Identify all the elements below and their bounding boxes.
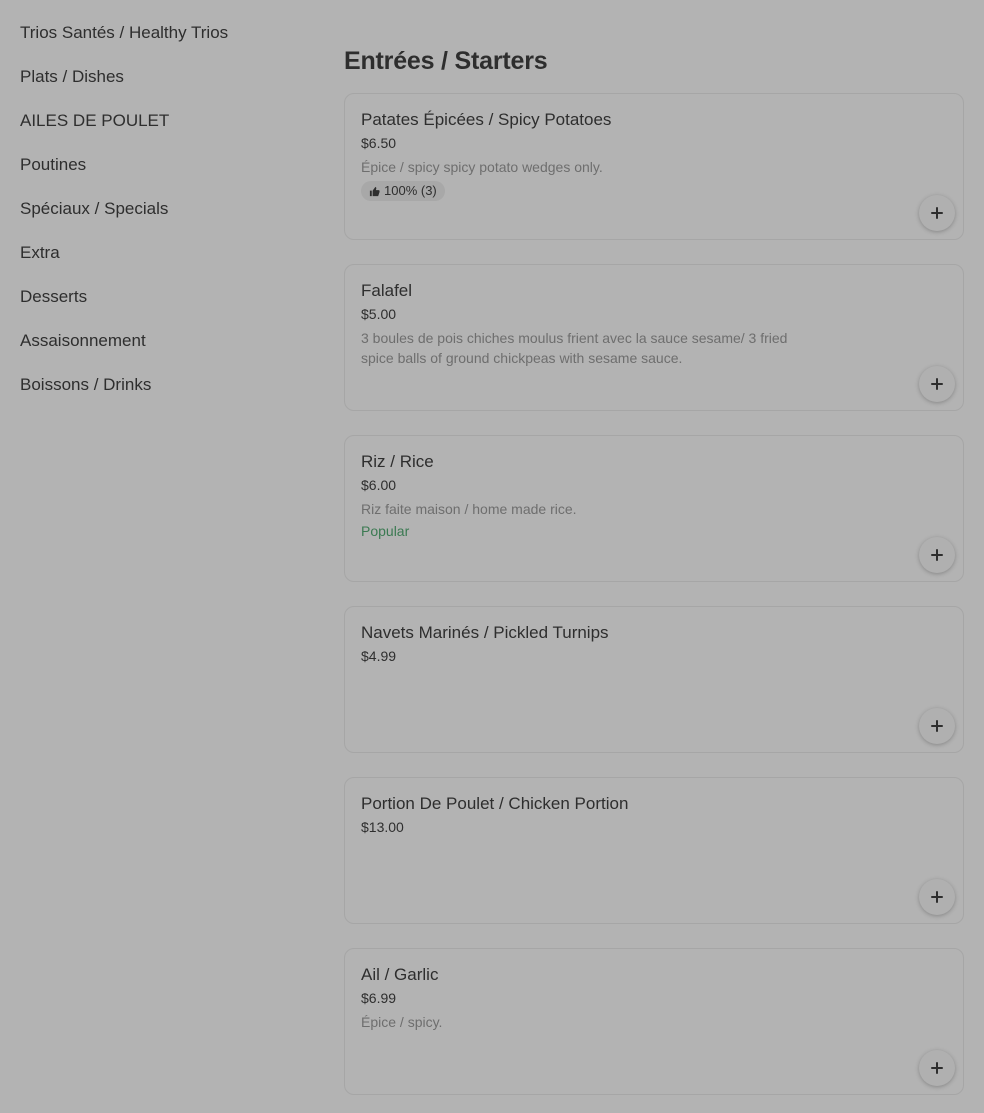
category-sidebar: Trios Santés / Healthy Trios Plats / Dis… [20, 22, 310, 418]
item-price: $6.00 [361, 477, 397, 493]
sidebar-item-desserts[interactable]: Desserts [20, 286, 310, 330]
menu-item-card[interactable]: Patates Épicées / Spicy Potatoes $6.50 É… [344, 93, 964, 240]
item-name: Navets Marinés / Pickled Turnips [361, 623, 609, 642]
item-price: $13.00 [361, 819, 404, 835]
item-price: $6.50 [361, 135, 397, 151]
rating-text: 100% (3) [384, 183, 437, 198]
sidebar-item-chicken-wings[interactable]: AILES DE POULET [20, 110, 310, 154]
sidebar-item-extra[interactable]: Extra [20, 242, 310, 286]
item-price: $4.99 [361, 648, 397, 664]
menu-page: Trios Santés / Healthy Trios Plats / Dis… [0, 0, 984, 1113]
item-description: 3 boules de pois chiches moulus frient a… [361, 330, 788, 366]
menu-item-card[interactable]: Riz / Rice $6.00 Riz faite maison / home… [344, 435, 964, 582]
plus-icon [931, 891, 943, 903]
item-description: Riz faite maison / home made rice. [361, 501, 577, 517]
popular-tag: Popular [361, 523, 410, 539]
item-price: $6.99 [361, 990, 397, 1006]
add-item-button[interactable] [919, 537, 955, 573]
sidebar-item-drinks[interactable]: Boissons / Drinks [20, 374, 310, 418]
sidebar-item-seasoning[interactable]: Assaisonnement [20, 330, 310, 374]
item-name: Portion De Poulet / Chicken Portion [361, 794, 629, 813]
item-price: $5.00 [361, 306, 397, 322]
rating-badge: 100% (3) [361, 181, 445, 201]
item-name: Ail / Garlic [361, 965, 439, 984]
menu-item-card[interactable]: Navets Marinés / Pickled Turnips $4.99 [344, 606, 964, 753]
item-name: Riz / Rice [361, 452, 434, 471]
item-list: Patates Épicées / Spicy Potatoes $6.50 É… [344, 93, 964, 1095]
item-description: Épice / spicy spicy potato wedges only. [361, 159, 603, 175]
add-item-button[interactable] [919, 708, 955, 744]
item-name: Patates Épicées / Spicy Potatoes [361, 110, 612, 129]
item-description: Épice / spicy. [361, 1014, 443, 1030]
menu-item-card[interactable]: Falafel $5.00 3 boules de pois chiches m… [344, 264, 964, 411]
menu-section: Entrées / Starters Patates Épicées / Spi… [344, 44, 964, 1095]
add-item-button[interactable] [919, 1050, 955, 1086]
menu-item-card[interactable]: Portion De Poulet / Chicken Portion $13.… [344, 777, 964, 924]
item-name: Falafel [361, 281, 413, 300]
add-item-button[interactable] [919, 366, 955, 402]
plus-icon [931, 720, 943, 732]
plus-icon [931, 549, 943, 561]
thumbs-up-icon [369, 186, 380, 197]
section-title: Entrées / Starters [344, 47, 548, 75]
sidebar-item-dishes[interactable]: Plats / Dishes [20, 66, 310, 110]
plus-icon [931, 378, 943, 390]
add-item-button[interactable] [919, 195, 955, 231]
sidebar-item-specials[interactable]: Spéciaux / Specials [20, 198, 310, 242]
add-item-button[interactable] [919, 879, 955, 915]
plus-icon [931, 207, 943, 219]
sidebar-item-poutines[interactable]: Poutines [20, 154, 310, 198]
menu-item-card[interactable]: Ail / Garlic $6.99 Épice / spicy. [344, 948, 964, 1095]
plus-icon [931, 1062, 943, 1074]
sidebar-item-healthy-trios[interactable]: Trios Santés / Healthy Trios [20, 22, 310, 66]
